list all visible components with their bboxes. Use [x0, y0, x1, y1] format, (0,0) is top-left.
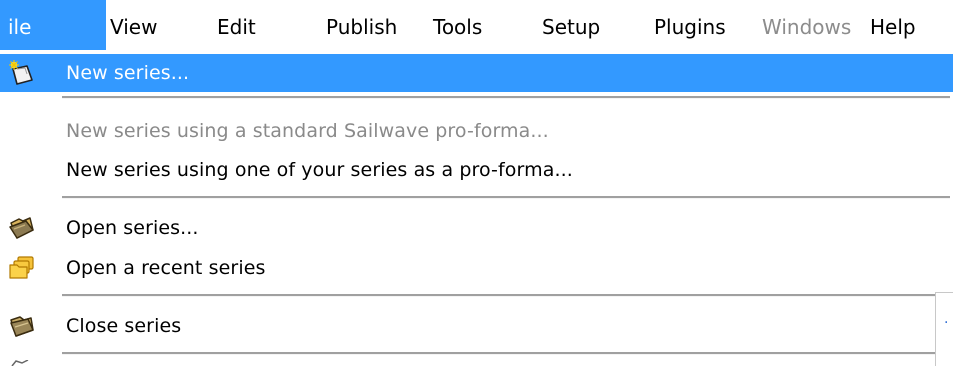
new-series-standard-proforma-label: New series using a standard Sailwave pro… — [66, 120, 549, 142]
menu-plugins[interactable]: Plugins — [654, 0, 726, 50]
recent-folders-icon — [9, 256, 34, 279]
app-window: ile View Edit Publish Tools Setup Plugin… — [0, 0, 953, 366]
menu-help[interactable]: Help — [870, 0, 916, 50]
partial-menu-icon — [11, 360, 29, 366]
new-series-label: New series... — [66, 62, 190, 84]
menu-setup[interactable]: Setup — [542, 0, 600, 50]
open-recent-series-label: Open a recent series — [66, 257, 266, 279]
menu-publish[interactable]: Publish — [326, 0, 397, 50]
menu-item-close-series[interactable]: Close series — [0, 307, 953, 343]
background-window-mark: . — [944, 311, 949, 327]
menu-bar: ile View Edit Publish Tools Setup Plugin… — [0, 0, 953, 50]
menu-windows[interactable]: Windows — [762, 0, 851, 50]
menu-item-new-series[interactable]: New series... — [0, 54, 953, 92]
file-menu-dropdown: New series... New series using a standar… — [0, 50, 953, 366]
menu-item-new-series-standard-proforma[interactable]: New series using a standard Sailwave pro… — [0, 112, 953, 148]
menu-file[interactable]: ile — [0, 0, 106, 50]
close-series-label: Close series — [66, 315, 182, 337]
menu-item-open-recent-series[interactable]: Open a recent series — [0, 249, 953, 285]
new-series-icon — [9, 60, 33, 85]
menu-item-new-series-own-proforma[interactable]: New series using one of your series as a… — [0, 151, 953, 187]
menu-separator — [62, 352, 950, 355]
menu-separator — [62, 294, 950, 297]
new-series-own-proforma-label: New series using one of your series as a… — [66, 159, 573, 181]
menu-separator — [62, 96, 950, 99]
open-series-label: Open series... — [66, 217, 199, 239]
background-window-edge: . — [935, 292, 953, 366]
menu-tools[interactable]: Tools — [433, 0, 482, 50]
menu-separator — [62, 196, 950, 199]
menu-edit[interactable]: Edit — [217, 0, 256, 50]
menu-item-open-series[interactable]: Open series... — [0, 209, 953, 245]
open-folder-icon — [9, 217, 34, 239]
menu-view[interactable]: View — [110, 0, 157, 50]
close-folder-icon — [10, 316, 34, 337]
